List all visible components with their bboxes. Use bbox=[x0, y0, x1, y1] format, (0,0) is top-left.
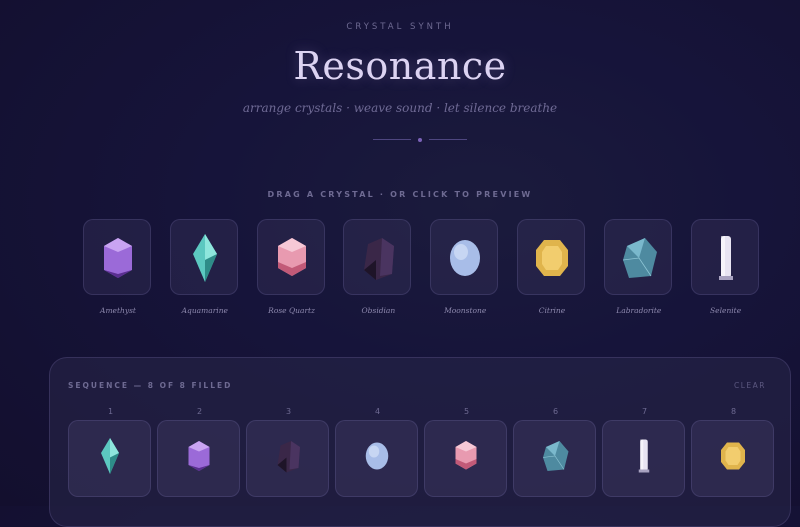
crystal-card-moonstone[interactable]: Moonstone bbox=[430, 219, 498, 295]
app-eyebrow: CRYSTAL SYNTH bbox=[0, 22, 800, 32]
palette-hint: DRAG A CRYSTAL · OR CLICK TO PREVIEW bbox=[0, 190, 800, 199]
sequence-panel: SEQUENCE — 8 OF 8 FILLED CLEAR 12345678 bbox=[49, 357, 791, 527]
crystal-card-selenite[interactable]: Selenite bbox=[691, 219, 759, 295]
sequence-slot-1[interactable]: 1 bbox=[68, 420, 151, 497]
crystal-card-citrine[interactable]: Citrine bbox=[517, 219, 585, 295]
slot-number: 5 bbox=[425, 407, 508, 416]
crystal-label: Citrine bbox=[508, 306, 596, 315]
obsidian-crystal-icon[interactable] bbox=[273, 435, 303, 477]
selenite-crystal-icon bbox=[706, 230, 746, 286]
sequence-slot-2[interactable]: 2 bbox=[157, 420, 240, 497]
crystal-label: Amethyst bbox=[74, 306, 162, 315]
sequence-title: SEQUENCE — 8 OF 8 FILLED bbox=[68, 381, 232, 390]
aquamarine-crystal-icon bbox=[185, 230, 225, 286]
slot-number: 8 bbox=[692, 407, 775, 416]
slot-number: 7 bbox=[603, 407, 686, 416]
sequence-slot-3[interactable]: 3 bbox=[246, 420, 329, 497]
slot-number: 3 bbox=[247, 407, 330, 416]
moonstone-crystal-icon bbox=[445, 230, 485, 286]
slot-number: 4 bbox=[336, 407, 419, 416]
obsidian-crystal-icon bbox=[358, 230, 398, 286]
clear-button[interactable]: CLEAR bbox=[734, 381, 766, 390]
sequence-slot-6[interactable]: 6 bbox=[513, 420, 596, 497]
crystal-label: Selenite bbox=[682, 306, 770, 315]
moonstone-crystal-icon[interactable] bbox=[362, 435, 392, 477]
labradorite-crystal-icon[interactable] bbox=[540, 435, 570, 477]
slot-number: 1 bbox=[69, 407, 152, 416]
rose-crystal-icon bbox=[272, 230, 312, 286]
crystal-label: Moonstone bbox=[421, 306, 509, 315]
page-title: Resonance bbox=[0, 44, 800, 88]
citrine-crystal-icon bbox=[532, 230, 572, 286]
crystal-label: Rose Quartz bbox=[248, 306, 336, 315]
crystal-card-rose[interactable]: Rose Quartz bbox=[257, 219, 325, 295]
slot-number: 6 bbox=[514, 407, 597, 416]
crystal-card-aquamarine[interactable]: Aquamarine bbox=[170, 219, 238, 295]
slot-number: 2 bbox=[158, 407, 241, 416]
sequence-slot-8[interactable]: 8 bbox=[691, 420, 774, 497]
aquamarine-crystal-icon[interactable] bbox=[95, 435, 125, 477]
ornament-divider bbox=[373, 138, 469, 141]
citrine-crystal-icon[interactable] bbox=[718, 435, 748, 477]
crystal-label: Labradorite bbox=[595, 306, 683, 315]
labradorite-crystal-icon bbox=[619, 230, 659, 286]
amethyst-crystal-icon[interactable] bbox=[184, 435, 214, 477]
crystal-label: Obsidian bbox=[334, 306, 422, 315]
sequence-slot-5[interactable]: 5 bbox=[424, 420, 507, 497]
rose-crystal-icon[interactable] bbox=[451, 435, 481, 477]
amethyst-crystal-icon bbox=[98, 230, 138, 286]
crystal-card-amethyst[interactable]: Amethyst bbox=[83, 219, 151, 295]
crystal-card-obsidian[interactable]: Obsidian bbox=[343, 219, 411, 295]
sequence-slot-4[interactable]: 4 bbox=[335, 420, 418, 497]
crystal-card-labradorite[interactable]: Labradorite bbox=[604, 219, 672, 295]
page-subtitle: arrange crystals · weave sound · let sil… bbox=[0, 101, 800, 115]
crystal-label: Aquamarine bbox=[161, 306, 249, 315]
selenite-crystal-icon[interactable] bbox=[629, 435, 659, 477]
sequence-slot-7[interactable]: 7 bbox=[602, 420, 685, 497]
